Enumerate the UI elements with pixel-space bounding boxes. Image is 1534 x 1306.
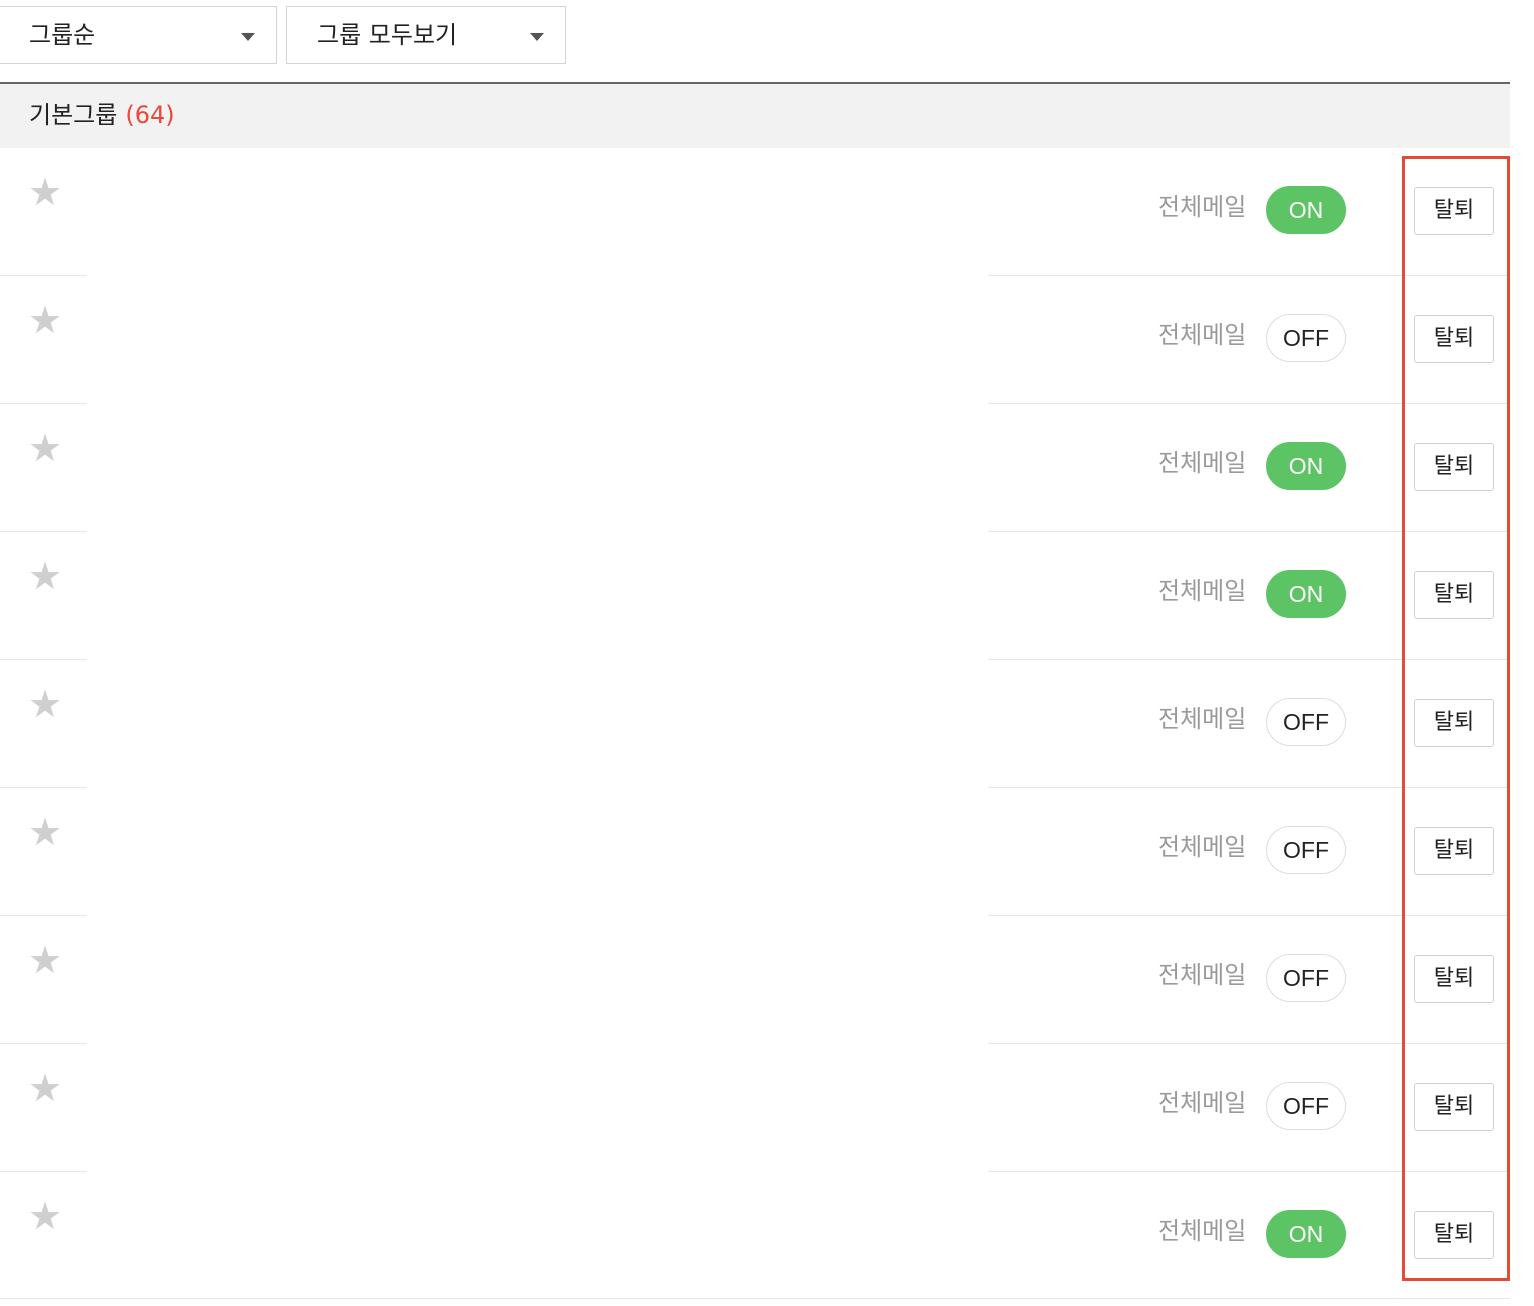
all-mail-label: 전체메일: [1158, 1089, 1247, 1117]
star-icon[interactable]: ★: [28, 682, 62, 726]
all-mail-label: 전체메일: [1158, 193, 1247, 221]
all-mail-label: 전체메일: [1158, 705, 1247, 733]
group-title: 기본그룹 (64): [29, 100, 175, 130]
leave-button[interactable]: 탈퇴: [1414, 955, 1494, 1003]
group-row: ★ 전체메일 ON 탈퇴: [0, 1172, 1510, 1300]
group-filter-select[interactable]: 그룹 모두보기: [286, 6, 566, 64]
caret-down-icon: [241, 33, 255, 41]
group-row: ★ 전체메일 ON 탈퇴: [0, 148, 1510, 276]
leave-button[interactable]: 탈퇴: [1414, 827, 1494, 875]
all-mail-toggle[interactable]: OFF: [1266, 826, 1346, 874]
caret-down-icon: [530, 33, 544, 41]
group-filter-label: 그룹 모두보기: [317, 21, 458, 49]
group-row: ★ 전체메일 ON 탈퇴: [0, 404, 1510, 532]
leave-button[interactable]: 탈퇴: [1414, 699, 1494, 747]
all-mail-toggle[interactable]: OFF: [1266, 314, 1346, 362]
all-mail-label: 전체메일: [1158, 833, 1247, 861]
group-list: ★ 전체메일 ON 탈퇴 ★ 전체메일 OFF 탈퇴 ★ 전체메일 ON 탈퇴 …: [0, 148, 1510, 1300]
all-mail-toggle[interactable]: ON: [1266, 186, 1346, 234]
star-icon[interactable]: ★: [28, 810, 62, 854]
group-header: 기본그룹 (64): [0, 84, 1510, 148]
all-mail-toggle[interactable]: ON: [1266, 570, 1346, 618]
list-bottom-divider: [0, 1298, 1510, 1299]
group-row: ★ 전체메일 OFF 탈퇴: [0, 660, 1510, 788]
group-row: ★ 전체메일 ON 탈퇴: [0, 532, 1510, 660]
star-icon[interactable]: ★: [28, 1194, 62, 1238]
all-mail-toggle[interactable]: ON: [1266, 442, 1346, 490]
group-row: ★ 전체메일 OFF 탈퇴: [0, 788, 1510, 916]
all-mail-label: 전체메일: [1158, 321, 1247, 349]
all-mail-toggle[interactable]: OFF: [1266, 954, 1346, 1002]
leave-button[interactable]: 탈퇴: [1414, 1211, 1494, 1259]
star-icon[interactable]: ★: [28, 426, 62, 470]
sort-order-label: 그룹순: [29, 21, 96, 49]
leave-button[interactable]: 탈퇴: [1414, 1083, 1494, 1131]
all-mail-label: 전체메일: [1158, 449, 1247, 477]
star-icon[interactable]: ★: [28, 1066, 62, 1110]
star-icon[interactable]: ★: [28, 298, 62, 342]
group-name: 기본그룹: [29, 101, 118, 129]
group-row: ★ 전체메일 OFF 탈퇴: [0, 1044, 1510, 1172]
toolbar: 그룹순 그룹 모두보기: [0, 6, 1510, 66]
group-row: ★ 전체메일 OFF 탈퇴: [0, 916, 1510, 1044]
all-mail-toggle[interactable]: OFF: [1266, 1082, 1346, 1130]
star-icon[interactable]: ★: [28, 170, 62, 214]
leave-button[interactable]: 탈퇴: [1414, 187, 1494, 235]
all-mail-toggle[interactable]: ON: [1266, 1210, 1346, 1258]
all-mail-toggle[interactable]: OFF: [1266, 698, 1346, 746]
all-mail-label: 전체메일: [1158, 961, 1247, 989]
star-icon[interactable]: ★: [28, 554, 62, 598]
sort-order-select[interactable]: 그룹순: [0, 6, 277, 64]
group-row: ★ 전체메일 OFF 탈퇴: [0, 276, 1510, 404]
star-icon[interactable]: ★: [28, 938, 62, 982]
leave-button[interactable]: 탈퇴: [1414, 571, 1494, 619]
leave-button[interactable]: 탈퇴: [1414, 443, 1494, 491]
all-mail-label: 전체메일: [1158, 1217, 1247, 1245]
leave-button[interactable]: 탈퇴: [1414, 315, 1494, 363]
group-count: (64): [125, 101, 175, 129]
all-mail-label: 전체메일: [1158, 577, 1247, 605]
